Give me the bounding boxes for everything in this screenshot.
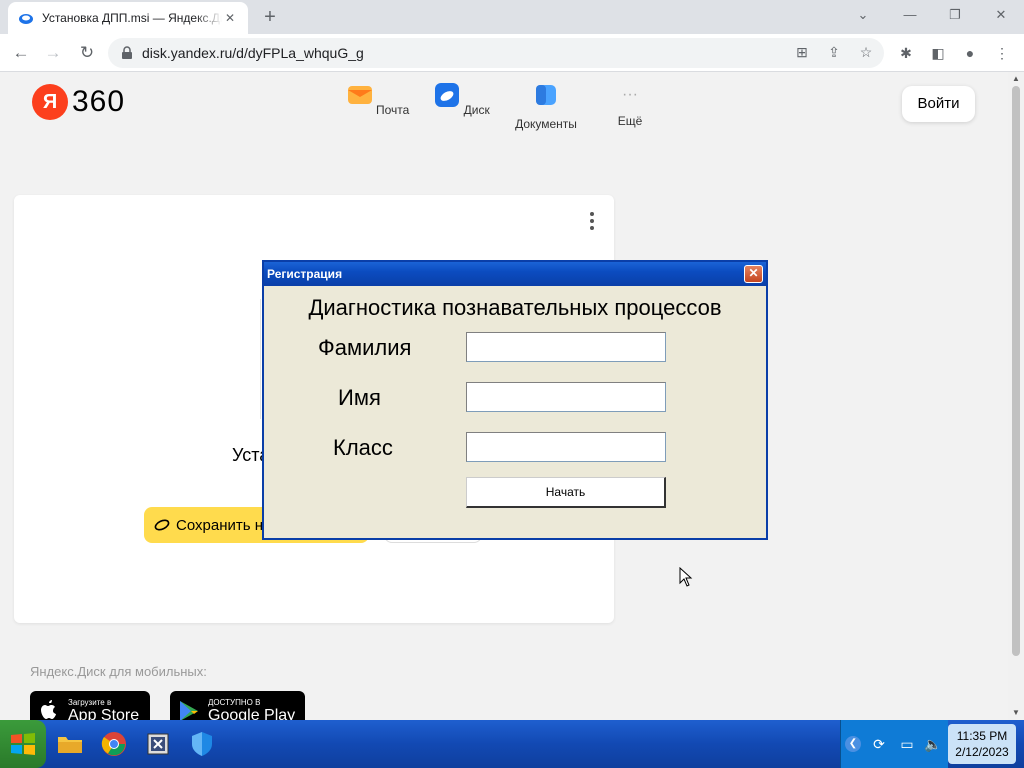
address-bar[interactable]: disk.yandex.ru/d/dyFPLa_whquG_g — [108, 38, 884, 68]
file-explorer-icon[interactable] — [52, 726, 88, 762]
chevron-down-icon[interactable]: ⌄ — [848, 4, 878, 26]
back-icon[interactable]: ← — [8, 40, 34, 66]
extensions-icon[interactable]: ✱ — [894, 41, 918, 65]
google-play-badge[interactable]: ДОСТУПНО В Google Play — [170, 691, 305, 720]
yandex-360-logo[interactable]: Я 360 — [32, 84, 125, 120]
mobile-apps-label: Яндекс.Диск для мобильных: — [30, 664, 207, 679]
service-label: Документы — [515, 117, 577, 131]
restore-icon[interactable]: ❐ — [940, 4, 970, 26]
share-icon[interactable]: ⇪ — [822, 40, 846, 64]
class-label: Класс — [333, 435, 393, 460]
network-icon[interactable]: ▭ — [897, 734, 917, 754]
google-play-icon — [180, 701, 198, 720]
logo-number: 360 — [72, 85, 126, 118]
apple-icon — [41, 700, 56, 719]
app-store-badge[interactable]: Загрузите в App Store — [30, 691, 150, 720]
system-tray: ❮ ⟳ ▭ 🔈 — [840, 720, 948, 768]
windows-logo-icon — [11, 733, 35, 755]
taskbar-clock[interactable]: 11:35 PM 2/12/2023 — [948, 724, 1016, 764]
tray-expand-icon[interactable]: ❮ — [845, 736, 861, 752]
scroll-up-icon[interactable]: ▲ — [1008, 72, 1024, 86]
service-mail[interactable]: Почта — [338, 82, 418, 117]
page-scrollbar[interactable]: ▲ ▼ — [1008, 72, 1024, 720]
volume-icon[interactable]: 🔈 — [923, 734, 943, 754]
logo-letter: Я — [32, 84, 68, 120]
window-close-icon[interactable]: ✕ — [986, 4, 1016, 26]
clock-time: 11:35 PM — [956, 729, 1008, 743]
surname-label: Фамилия — [318, 335, 412, 360]
chrome-icon[interactable] — [96, 726, 132, 762]
sync-icon[interactable]: ⟳ — [869, 734, 889, 754]
start-button[interactable] — [0, 720, 46, 768]
scrollbar-thumb[interactable] — [1012, 86, 1020, 656]
service-label: Диск — [463, 103, 490, 117]
profile-icon[interactable]: ● — [958, 41, 982, 65]
name-label: Имя — [338, 385, 381, 410]
bookmark-star-icon[interactable]: ☆ — [854, 40, 878, 64]
service-more[interactable]: ··· Ещё — [590, 82, 670, 128]
googleplay-small-text: ДОСТУПНО В — [208, 697, 261, 707]
service-documents[interactable]: Документы — [506, 82, 586, 131]
login-button[interactable]: Войти — [902, 86, 975, 122]
name-field[interactable] — [466, 382, 666, 412]
googleplay-big-text: Google Play — [208, 706, 296, 721]
service-label: Почта — [376, 103, 410, 117]
documents-icon — [536, 85, 556, 105]
mouse-cursor-icon — [679, 567, 693, 587]
browser-tab-strip: Установка ДПП.msi — Яндекс.Диск ✕ + ⌄ — … — [0, 0, 1024, 34]
side-panel-icon[interactable]: ◧ — [926, 41, 950, 65]
new-tab-button[interactable]: + — [258, 6, 282, 30]
start-button[interactable]: Начать — [466, 477, 666, 508]
appstore-big-text: App Store — [68, 706, 140, 721]
browser-tab[interactable]: Установка ДПП.msi — Яндекс.Диск ✕ — [8, 2, 248, 34]
dialog-title: Регистрация — [264, 262, 766, 286]
yandex-disk-favicon-icon — [19, 14, 33, 24]
service-label: Ещё — [617, 114, 643, 128]
menu-kebab-icon[interactable]: ⋮ — [990, 41, 1014, 65]
windows-taskbar: ❮ ⟳ ▭ 🔈 11:35 PM 2/12/2023 — [0, 720, 1024, 768]
mail-icon — [347, 86, 372, 104]
card-menu-icon[interactable] — [588, 211, 596, 231]
dialog-heading: Диагностика познавательных процессов — [308, 295, 722, 320]
service-disk[interactable]: Диск — [422, 82, 502, 117]
url-text: disk.yandex.ru/d/dyFPLa_whquG_g — [142, 45, 364, 61]
browser-toolbar: ← → ↻ disk.yandex.ru/d/dyFPLa_whquG_g ⊞ … — [0, 34, 1024, 72]
class-field[interactable] — [466, 432, 666, 462]
forward-icon[interactable]: → — [40, 40, 66, 66]
security-shield-icon[interactable] — [184, 726, 220, 762]
more-dots-icon: ··· — [622, 86, 638, 103]
disk-icon — [435, 83, 460, 107]
tab-close-icon[interactable]: ✕ — [222, 10, 238, 26]
scroll-down-icon[interactable]: ▼ — [1008, 706, 1024, 720]
translate-icon[interactable]: ⊞ — [790, 40, 814, 64]
surname-field[interactable] — [466, 332, 666, 362]
appstore-small-text: Загрузите в — [68, 697, 112, 707]
reload-icon[interactable]: ↻ — [74, 40, 100, 66]
dialog-close-icon[interactable]: ✕ — [744, 265, 763, 283]
minimize-icon[interactable]: — — [895, 4, 925, 26]
registration-dialog: Регистрация ✕ Диагностика познавательных… — [262, 260, 768, 540]
lock-icon — [122, 46, 132, 59]
disk-icon — [154, 519, 170, 531]
tab-title: Установка ДПП.msi — Яндекс.Диск — [42, 11, 222, 25]
clock-date: 2/12/2023 — [955, 745, 1009, 759]
installer-app-icon[interactable] — [140, 726, 176, 762]
